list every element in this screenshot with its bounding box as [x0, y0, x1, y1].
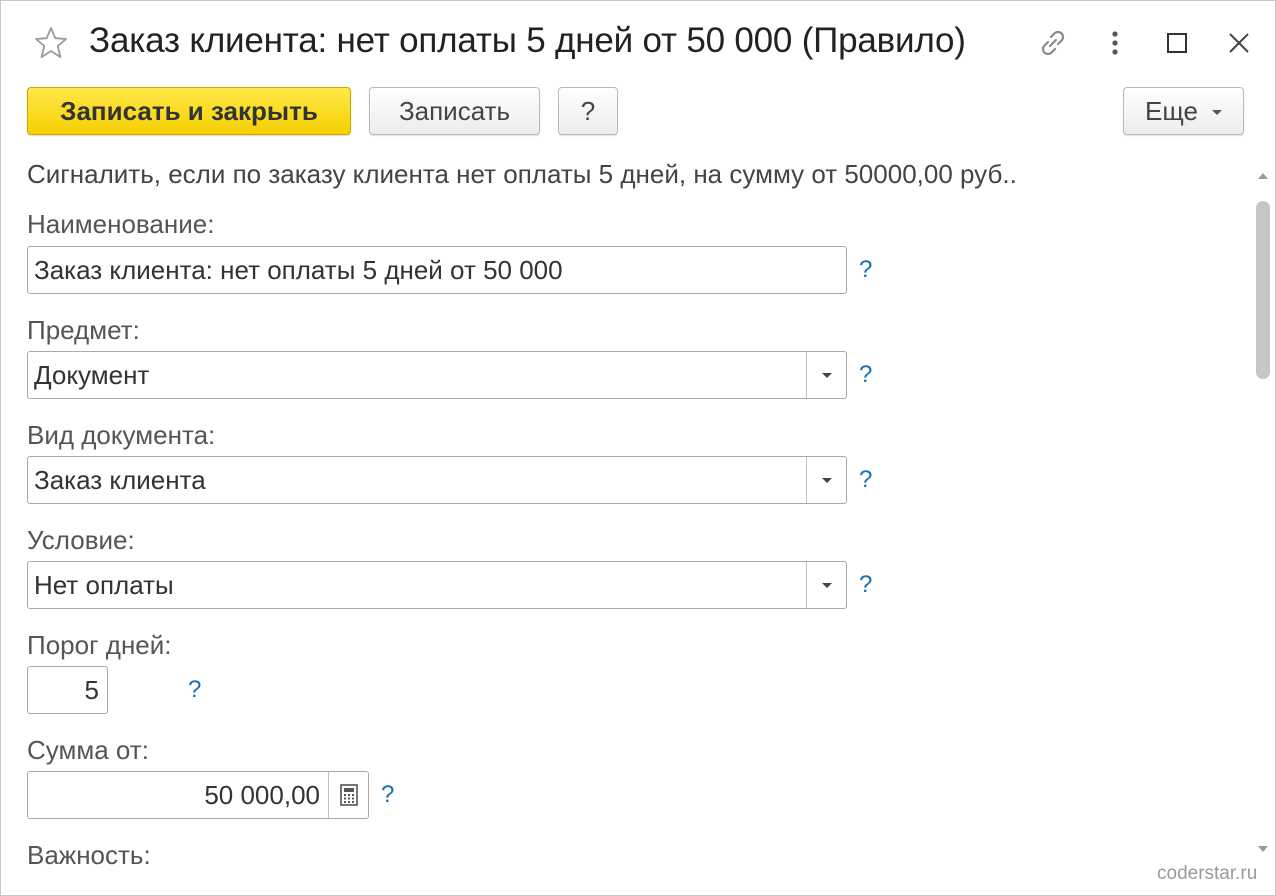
more-menu-label: Еще [1145, 95, 1198, 126]
maximize-icon[interactable] [1159, 25, 1195, 61]
condition-select[interactable]: Нет оплаты [27, 561, 847, 609]
subject-label: Предмет: [27, 315, 140, 345]
watermark: coderstar.ru [1157, 863, 1258, 884]
amount-value: 50 000,00 [204, 779, 320, 810]
chevron-down-icon [1211, 109, 1222, 115]
amount-help-link[interactable]: ? [381, 781, 394, 809]
name-help-link[interactable]: ? [859, 256, 872, 284]
name-value: Заказ клиента: нет оплаты 5 дней от 50 0… [34, 254, 563, 285]
days-help-link[interactable]: ? [188, 676, 201, 704]
calculator-icon [339, 784, 358, 806]
condition-dropdown-button[interactable] [806, 562, 846, 608]
days-threshold-label: Порог дней: [27, 630, 172, 660]
days-threshold-input[interactable]: 5 [27, 666, 108, 714]
days-threshold-value: 5 [84, 674, 99, 705]
help-button[interactable]: ? [558, 87, 618, 135]
link-icon[interactable] [1035, 25, 1071, 61]
subject-help-link[interactable]: ? [859, 361, 872, 389]
doc-type-value: Заказ клиента [34, 464, 206, 495]
amount-input[interactable]: 50 000,00 [27, 771, 369, 819]
subject-select[interactable]: Документ [27, 351, 847, 399]
save-and-close-button[interactable]: Записать и закрыть [27, 87, 351, 135]
save-button[interactable]: Записать [369, 87, 540, 135]
more-vertical-icon[interactable] [1097, 25, 1133, 61]
close-icon[interactable] [1221, 25, 1257, 61]
scroll-up-arrow[interactable] [1258, 173, 1268, 179]
chevron-down-icon [821, 372, 832, 378]
chevron-down-icon [821, 582, 832, 588]
condition-help-link[interactable]: ? [859, 571, 872, 599]
condition-label: Условие: [27, 525, 135, 555]
subject-dropdown-button[interactable] [806, 352, 846, 398]
calculator-button[interactable] [328, 772, 368, 818]
form-window: Заказ клиента: нет оплаты 5 дней от 50 0… [0, 0, 1276, 896]
star-icon[interactable] [33, 25, 69, 61]
doc-type-dropdown-button[interactable] [806, 457, 846, 503]
chevron-down-icon [821, 477, 832, 483]
doc-type-select[interactable]: Заказ клиента [27, 456, 847, 504]
subject-value: Документ [34, 359, 150, 390]
name-label: Наименование: [27, 209, 215, 239]
name-input[interactable]: Заказ клиента: нет оплаты 5 дней от 50 0… [27, 246, 847, 294]
window-title: Заказ клиента: нет оплаты 5 дней от 50 0… [89, 21, 966, 60]
scrollbar-thumb[interactable] [1256, 201, 1270, 379]
importance-label: Важность: [27, 840, 151, 870]
more-menu-button[interactable]: Еще [1123, 87, 1244, 135]
condition-value: Нет оплаты [34, 569, 174, 600]
scroll-down-arrow[interactable] [1258, 846, 1268, 852]
doc-type-label: Вид документа: [27, 420, 216, 450]
amount-label: Сумма от: [27, 735, 149, 765]
rule-description: Сигналить, если по заказу клиента нет оп… [27, 159, 1017, 189]
doc-type-help-link[interactable]: ? [859, 466, 872, 494]
